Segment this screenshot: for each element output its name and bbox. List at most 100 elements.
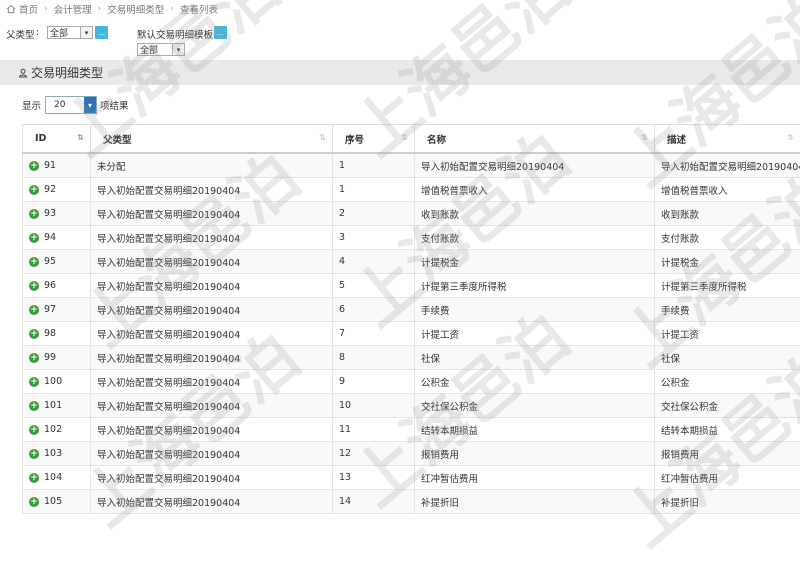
cell-name: 增值税普票收入	[415, 178, 655, 202]
home-icon	[6, 4, 16, 14]
chevron-down-icon: ▾	[80, 27, 92, 38]
breadcrumb-transaction-types[interactable]: 交易明细类型	[107, 2, 164, 16]
cell-parent: 导入初始配置交易明细20190404	[91, 346, 333, 370]
transaction-type-table: ID⇅ 父类型⇅ 序号⇅ 名称⇅ 描述⇅ +91未分配1导入初始配置交易明细20…	[22, 124, 800, 514]
cell-seq: 14	[333, 490, 415, 514]
cell-parent: 导入初始配置交易明细20190404	[91, 274, 333, 298]
breadcrumb-home[interactable]: 首页	[19, 2, 38, 16]
cell-name: 补提折旧	[415, 490, 655, 514]
cell-description: 报销费用	[655, 442, 800, 466]
expand-row-icon[interactable]: +	[29, 401, 39, 411]
expand-row-icon[interactable]: +	[29, 161, 39, 171]
cell-parent: 导入初始配置交易明细20190404	[91, 250, 333, 274]
table-row[interactable]: +95导入初始配置交易明细201904044计提税金计提税金	[23, 250, 800, 274]
cell-seq: 6	[333, 298, 415, 322]
cell-seq: 9	[333, 370, 415, 394]
expand-row-icon[interactable]: +	[29, 281, 39, 291]
cell-seq: 1	[333, 153, 415, 178]
cell-parent: 导入初始配置交易明细20190404	[91, 394, 333, 418]
expand-row-icon[interactable]: +	[29, 497, 39, 507]
cell-seq: 2	[333, 202, 415, 226]
cell-parent: 导入初始配置交易明细20190404	[91, 442, 333, 466]
cell-id: +104	[23, 466, 91, 490]
cell-name: 计提工资	[415, 322, 655, 346]
parent-type-picker-button[interactable]: ...	[95, 26, 108, 39]
breadcrumb-current: 查看列表	[180, 2, 218, 16]
expand-row-icon[interactable]: +	[29, 329, 39, 339]
table-row[interactable]: +96导入初始配置交易明细201904045计提第三季度所得税计提第三季度所得税	[23, 274, 800, 298]
cell-seq: 10	[333, 394, 415, 418]
cell-description: 增值税普票收入	[655, 178, 800, 202]
cell-name: 计提税金	[415, 250, 655, 274]
expand-row-icon[interactable]: +	[29, 425, 39, 435]
table-row[interactable]: +104导入初始配置交易明细2019040413红冲暂估费用红冲暂估费用	[23, 466, 800, 490]
cell-seq: 4	[333, 250, 415, 274]
cell-name: 手续费	[415, 298, 655, 322]
cell-parent: 导入初始配置交易明细20190404	[91, 490, 333, 514]
table-row[interactable]: +103导入初始配置交易明细2019040412报销费用报销费用	[23, 442, 800, 466]
template-select[interactable]: 全部 ▾	[137, 43, 185, 56]
parent-type-label: 父类型	[6, 27, 35, 41]
breadcrumb-accounting[interactable]: 会计管理	[54, 2, 92, 16]
section-title: 交易明细类型	[31, 64, 103, 81]
cell-id: +100	[23, 370, 91, 394]
expand-row-icon[interactable]: +	[29, 449, 39, 459]
cell-seq: 3	[333, 226, 415, 250]
expand-row-icon[interactable]: +	[29, 305, 39, 315]
table-row[interactable]: +91未分配1导入初始配置交易明细20190404导入初始配置交易明细20190…	[23, 153, 800, 178]
cell-parent: 导入初始配置交易明细20190404	[91, 298, 333, 322]
cell-name: 社保	[415, 346, 655, 370]
cell-name: 红冲暂估费用	[415, 466, 655, 490]
cell-name: 公积金	[415, 370, 655, 394]
expand-row-icon[interactable]: +	[29, 185, 39, 195]
parent-type-select[interactable]: 全部 ▾	[47, 26, 93, 39]
table-row[interactable]: +98导入初始配置交易明细201904047计提工资计提工资	[23, 322, 800, 346]
expand-row-icon[interactable]: +	[29, 257, 39, 267]
sort-icon: ⇅	[319, 133, 326, 142]
sort-icon: ⇅	[641, 133, 648, 142]
table-row[interactable]: +100导入初始配置交易明细201904049公积金公积金	[23, 370, 800, 394]
cell-description: 收到账款	[655, 202, 800, 226]
cell-description: 结转本期损益	[655, 418, 800, 442]
sort-icon: ⇅	[77, 133, 84, 142]
column-header-id[interactable]: ID⇅	[23, 125, 91, 154]
expand-row-icon[interactable]: +	[29, 233, 39, 243]
expand-row-icon[interactable]: +	[29, 209, 39, 219]
cell-id: +96	[23, 274, 91, 298]
table-row[interactable]: +92导入初始配置交易明细201904041增值税普票收入增值税普票收入	[23, 178, 800, 202]
cell-description: 导入初始配置交易明细20190404	[655, 153, 800, 178]
table-row[interactable]: +93导入初始配置交易明细201904042收到账款收到账款	[23, 202, 800, 226]
user-icon	[18, 68, 28, 78]
cell-seq: 5	[333, 274, 415, 298]
table-row[interactable]: +102导入初始配置交易明细2019040411结转本期损益结转本期损益	[23, 418, 800, 442]
cell-id: +103	[23, 442, 91, 466]
expand-row-icon[interactable]: +	[29, 353, 39, 363]
cell-id: +94	[23, 226, 91, 250]
cell-id: +105	[23, 490, 91, 514]
cell-parent: 导入初始配置交易明细20190404	[91, 178, 333, 202]
template-picker-button[interactable]: ...	[214, 26, 227, 39]
cell-name: 导入初始配置交易明细20190404	[415, 153, 655, 178]
cell-description: 交社保公积金	[655, 394, 800, 418]
column-header-seq[interactable]: 序号⇅	[333, 125, 415, 154]
page-length-select[interactable]: 20 ▾	[45, 96, 97, 114]
expand-row-icon[interactable]: +	[29, 473, 39, 483]
table-row[interactable]: +99导入初始配置交易明细201904048社保社保	[23, 346, 800, 370]
cell-id: +93	[23, 202, 91, 226]
breadcrumb-separator: ›	[98, 4, 102, 14]
expand-row-icon[interactable]: +	[29, 377, 39, 387]
cell-name: 结转本期损益	[415, 418, 655, 442]
chevron-down-icon: ▾	[172, 44, 184, 55]
table-row[interactable]: +97导入初始配置交易明细201904046手续费手续费	[23, 298, 800, 322]
table-row[interactable]: +105导入初始配置交易明细2019040414补提折旧补提折旧	[23, 490, 800, 514]
column-header-parent[interactable]: 父类型⇅	[91, 125, 333, 154]
parent-type-value: 全部	[50, 26, 68, 39]
cell-seq: 11	[333, 418, 415, 442]
column-header-description[interactable]: 描述⇅	[655, 125, 800, 154]
table-row[interactable]: +101导入初始配置交易明细2019040410交社保公积金交社保公积金	[23, 394, 800, 418]
table-row[interactable]: +94导入初始配置交易明细201904043支付账款支付账款	[23, 226, 800, 250]
column-header-name[interactable]: 名称⇅	[415, 125, 655, 154]
cell-description: 支付账款	[655, 226, 800, 250]
cell-id: +92	[23, 178, 91, 202]
cell-name: 收到账款	[415, 202, 655, 226]
